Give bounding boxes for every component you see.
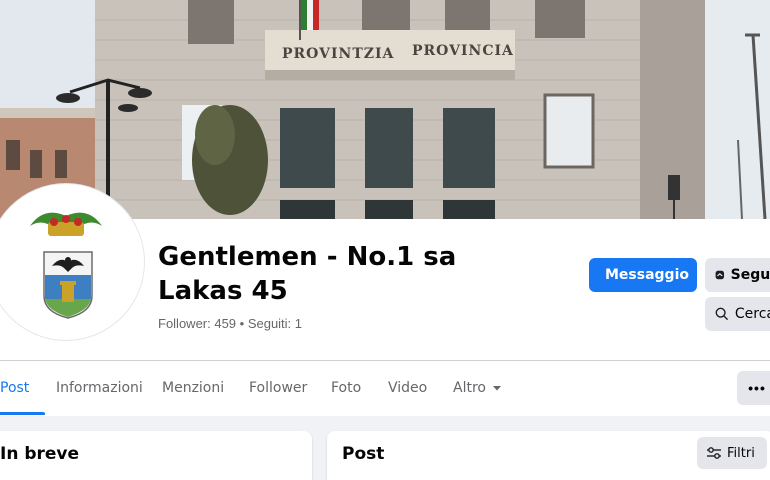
follow-icon — [715, 270, 725, 280]
search-icon — [715, 307, 729, 321]
tab-label: Altro — [453, 380, 486, 396]
posts-title: Post — [342, 444, 385, 464]
search-button[interactable]: Cerca — [705, 297, 770, 331]
tab-label: Menzioni — [162, 380, 225, 396]
search-button-label: Cerca — [734, 306, 770, 322]
about-card: In breve — [0, 431, 312, 480]
follow-button-label: Segui — [730, 267, 770, 283]
filters-button-label: Filtri — [727, 445, 755, 461]
cover-photo-image: PROVINTZIA PROVINCIA — [0, 0, 770, 219]
message-button[interactable]: Messaggio — [589, 258, 697, 292]
svg-text:PROVINCIA: PROVINCIA — [412, 43, 514, 59]
svg-text:PROVINTZIA: PROVINTZIA — [282, 46, 395, 62]
message-button-label: Messaggio — [605, 267, 689, 283]
about-title: In breve — [0, 444, 80, 464]
filters-button[interactable]: Filtri — [697, 437, 767, 469]
tab-label: Informazioni — [56, 380, 143, 396]
page-title: Gentlemen - No.1 sa Lakas 45 — [158, 242, 457, 306]
page-stats[interactable]: Follower: 459 • Seguiti: 1 — [158, 316, 302, 331]
caret-down-icon — [492, 386, 501, 391]
more-options-button[interactable]: ••• — [737, 371, 770, 405]
tab-label: Follower — [249, 380, 308, 396]
filters-icon — [707, 447, 721, 459]
tab-mentions[interactable]: Menzioni — [162, 361, 224, 415]
profile-tabs: Post Informazioni Menzioni Follower Foto… — [0, 361, 770, 415]
tab-videos[interactable]: Video — [388, 361, 427, 415]
tab-label: Post — [0, 380, 30, 396]
coat-of-arms-icon — [0, 188, 140, 336]
follow-button[interactable]: Segui — [705, 258, 770, 292]
tab-photos[interactable]: Foto — [331, 361, 361, 415]
tab-post[interactable]: Post — [0, 361, 46, 415]
tab-more[interactable]: Altro — [453, 361, 502, 415]
tab-information[interactable]: Informazioni — [56, 361, 143, 415]
profile-avatar[interactable] — [0, 184, 144, 340]
cover-photo[interactable]: PROVINTZIA PROVINCIA — [0, 0, 770, 219]
tab-followers[interactable]: Follower — [249, 361, 307, 415]
tab-label: Video — [388, 380, 428, 396]
tab-label: Foto — [331, 380, 362, 396]
